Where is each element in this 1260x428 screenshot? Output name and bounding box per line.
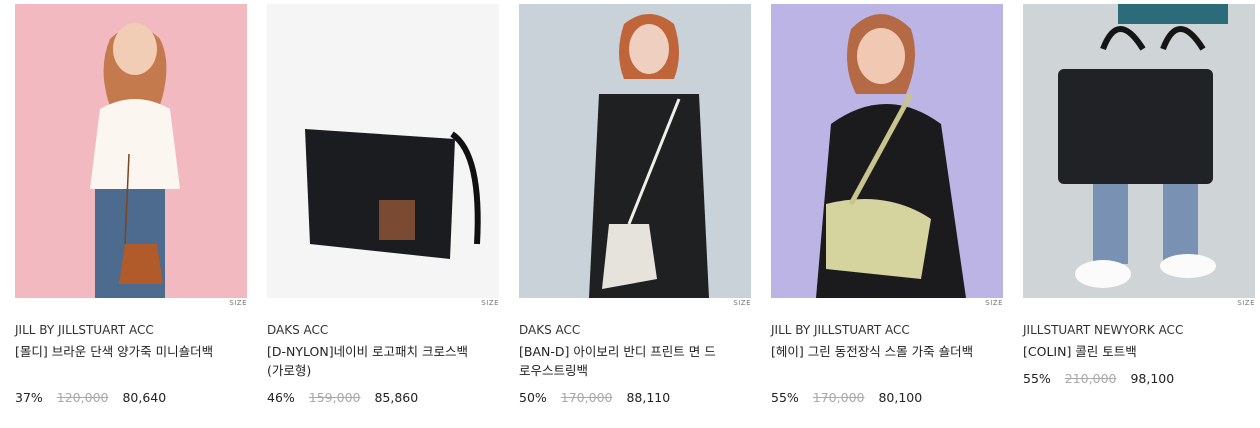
product-image[interactable] [519, 4, 751, 298]
sale-price: 80,100 [878, 390, 923, 405]
product-card-2[interactable]: SIZE DAKS ACC [D-NYLON]네이비 로고패치 크로스백(가로형… [267, 4, 499, 405]
sale-price: 85,860 [374, 390, 419, 405]
size-label[interactable]: SIZE [985, 299, 1003, 307]
product-name[interactable]: [COLIN] 콜린 토트백 [1023, 342, 1228, 361]
product-name[interactable]: [몰디] 브라운 단색 양가죽 미니숄더백 [15, 342, 220, 361]
product-name[interactable]: [BAN-D] 아이보리 반디 프린트 면 드로우스트링백 [519, 342, 724, 380]
black-tote-bag-photo [1023, 4, 1255, 298]
price-row: 46% 159,000 85,860 [267, 390, 428, 405]
original-price: 159,000 [308, 390, 361, 405]
price-row: 55% 210,000 98,100 [1023, 371, 1184, 386]
green-shoulder-bag-photo [771, 4, 1003, 298]
product-brand: JILL BY JILLSTUART ACC [771, 323, 910, 337]
original-price: 170,000 [560, 390, 613, 405]
product-grid: SIZE JILL BY JILLSTUART ACC [몰디] 브라운 단색 … [15, 4, 1255, 424]
price-row: 50% 170,000 88,110 [519, 390, 680, 405]
product-image[interactable] [267, 4, 499, 298]
sale-price: 98,100 [1130, 371, 1175, 386]
product-image[interactable] [771, 4, 1003, 298]
product-brand: JILLSTUART NEWYORK ACC [1023, 323, 1184, 337]
product-card-4[interactable]: SIZE JILL BY JILLSTUART ACC [헤이] 그린 동전장식… [771, 4, 1003, 405]
size-label[interactable]: SIZE [481, 299, 499, 307]
original-price: 170,000 [812, 390, 865, 405]
price-row: 37% 120,000 80,640 [15, 390, 176, 405]
discount-rate: 55% [1023, 371, 1051, 386]
discount-rate: 55% [771, 390, 799, 405]
navy-crossbody-bag-photo [267, 4, 499, 298]
original-price: 210,000 [1064, 371, 1117, 386]
brown-drawstring-bag-photo [15, 4, 247, 298]
product-card-5[interactable]: SIZE JILLSTUART NEWYORK ACC [COLIN] 콜린 토… [1023, 4, 1255, 386]
product-brand: DAKS ACC [267, 323, 329, 337]
product-brand: DAKS ACC [519, 323, 581, 337]
discount-rate: 46% [267, 390, 295, 405]
discount-rate: 37% [15, 390, 43, 405]
original-price: 120,000 [56, 390, 109, 405]
size-label[interactable]: SIZE [733, 299, 751, 307]
sale-price: 88,110 [626, 390, 671, 405]
ivory-print-bucket-bag-photo [519, 4, 751, 298]
size-label[interactable]: SIZE [1237, 299, 1255, 307]
product-name[interactable]: [D-NYLON]네이비 로고패치 크로스백(가로형) [267, 342, 472, 380]
product-name[interactable]: [헤이] 그린 동전장식 스몰 가죽 숄더백 [771, 342, 976, 361]
discount-rate: 50% [519, 390, 547, 405]
product-card-1[interactable]: SIZE JILL BY JILLSTUART ACC [몰디] 브라운 단색 … [15, 4, 247, 405]
product-image[interactable] [1023, 4, 1255, 298]
size-label[interactable]: SIZE [229, 299, 247, 307]
product-image[interactable] [15, 4, 247, 298]
sale-price: 80,640 [122, 390, 167, 405]
product-card-3[interactable]: SIZE DAKS ACC [BAN-D] 아이보리 반디 프린트 면 드로우스… [519, 4, 751, 405]
product-brand: JILL BY JILLSTUART ACC [15, 323, 154, 337]
price-row: 55% 170,000 80,100 [771, 390, 932, 405]
